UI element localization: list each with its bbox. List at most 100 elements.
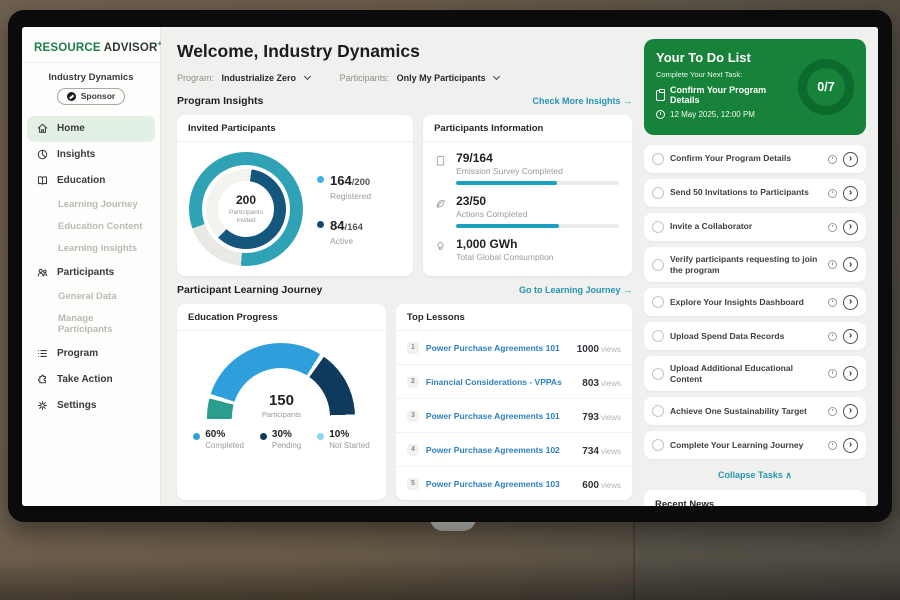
sidebar-item-label: Education (57, 175, 105, 186)
lesson-link[interactable]: Power Purchase Agreements 103 (426, 479, 575, 489)
task-row[interactable]: Send 50 Invitations to Participants › (644, 179, 866, 207)
leaf-icon (434, 194, 448, 228)
participants-filter-value: Only My Participants (397, 73, 486, 83)
filter-bar: Program: Industrialize Zero Participants… (177, 73, 632, 83)
task-checkbox[interactable] (652, 153, 664, 165)
sidebar-item-education[interactable]: Education (22, 168, 160, 194)
lesson-link[interactable]: Power Purchase Agreements 102 (426, 445, 575, 455)
education-gauge-chart: 150 Participants (207, 343, 355, 419)
task-checkbox[interactable] (652, 296, 664, 308)
legend-dot (317, 221, 324, 228)
chevron-right-button[interactable]: › (843, 295, 858, 310)
card-title: Education Progress (177, 304, 386, 331)
brand-logo[interactable]: RESOURCE ADVISOR+ (22, 37, 160, 63)
lesson-link[interactable]: Financial Considerations - VPPAs (426, 377, 575, 387)
sponsor-badge[interactable]: Sponsor (57, 88, 125, 105)
chevron-right-button[interactable]: › (843, 329, 858, 344)
task-checkbox[interactable] (652, 259, 664, 271)
gauge-center: 150 Participants (207, 392, 355, 419)
sidebar-item-take-action[interactable]: Take Action (22, 367, 160, 393)
task-row[interactable]: Explore Your Insights Dashboard › (644, 288, 866, 316)
sidebar-item-label: General Data (58, 291, 117, 302)
participants-filter-label: Participants: (340, 73, 390, 83)
lesson-rank: 1 (407, 342, 419, 354)
todo-next-task: Confirm Your Program Details (670, 85, 790, 105)
program-filter-value: Industrialize Zero (222, 73, 297, 83)
progress-fill-0 (456, 181, 557, 185)
clock-icon (828, 260, 837, 269)
legend-not-started: 10%Not Started (317, 429, 369, 450)
lesson-link[interactable]: Power Purchase Agreements 101 (426, 411, 575, 421)
participants-filter[interactable]: Participants: Only My Participants (340, 73, 500, 83)
task-checkbox[interactable] (652, 187, 664, 199)
todo-progress-ring: 0/7 (798, 59, 854, 115)
list-icon (36, 347, 49, 360)
home-icon (36, 122, 49, 135)
sidebar-item-education-content[interactable]: Education Content (22, 216, 160, 238)
chevron-right-button[interactable]: › (843, 257, 858, 272)
sidebar-item-label: Participants (57, 267, 114, 278)
lesson-row: 3 Power Purchase Agreements 101 793views (396, 399, 632, 433)
program-filter[interactable]: Program: Industrialize Zero (177, 73, 310, 83)
check-more-insights-link[interactable]: Check More Insights → (532, 96, 632, 106)
task-checkbox[interactable] (652, 405, 664, 417)
chevron-right-button[interactable]: › (843, 438, 858, 453)
clock-icon (656, 110, 665, 119)
monitor-bezel: RESOURCE ADVISOR+ Industry Dynamics Spon… (8, 10, 892, 522)
task-row[interactable]: Upload Additional Educational Content › (644, 356, 866, 391)
sidebar-item-insights[interactable]: Insights (22, 142, 160, 168)
task-checkbox[interactable] (652, 368, 664, 380)
sidebar-item-label: Program (57, 348, 98, 359)
book-icon (36, 174, 49, 187)
education-progress-card: Education Progress 150 Participants (177, 304, 386, 500)
task-row[interactable]: Achieve One Sustainability Target › (644, 397, 866, 425)
todo-subtitle: Complete Your Next Task: (656, 70, 790, 79)
gear-icon (36, 399, 49, 412)
task-row[interactable]: Complete Your Learning Journey › (644, 431, 866, 459)
sidebar-item-learning-insights[interactable]: Learning Insights (22, 238, 160, 260)
clock-icon (828, 223, 837, 232)
task-checkbox[interactable] (652, 439, 664, 451)
task-checkbox[interactable] (652, 330, 664, 342)
legend-dot (317, 433, 324, 440)
clock-icon (828, 298, 837, 307)
sidebar-item-learning-journey[interactable]: Learning Journey (22, 194, 160, 216)
progress-track (456, 181, 619, 185)
sidebar-item-home[interactable]: Home (27, 116, 155, 142)
sidebar-item-general-data[interactable]: General Data (22, 286, 160, 308)
gauge-legend: 60%Completed 30%Pending 10%Not Started (193, 429, 370, 450)
legend-dot (260, 433, 267, 440)
clock-icon (828, 189, 837, 198)
sidebar-item-settings[interactable]: Settings (22, 393, 160, 419)
lesson-rank: 2 (407, 376, 419, 388)
chevron-right-button[interactable]: › (843, 220, 858, 235)
chevron-right-button[interactable]: › (843, 366, 858, 381)
task-row[interactable]: Upload Spend Data Records › (644, 322, 866, 350)
chevron-right-button[interactable]: › (843, 186, 858, 201)
pie-chart-icon (36, 148, 49, 161)
lesson-link[interactable]: Power Purchase Agreements 101 (426, 343, 570, 353)
task-checkbox[interactable] (652, 221, 664, 233)
sidebar-item-participants[interactable]: Participants (22, 260, 160, 286)
sidebar-item-label: Manage Participants (58, 313, 146, 335)
collapse-tasks-link[interactable]: Collapse Tasks ∧ (644, 470, 866, 481)
donut-center-value: 200 (236, 193, 256, 207)
sidebar-item-label: Education Content (58, 221, 142, 232)
task-row[interactable]: Confirm Your Program Details › (644, 145, 866, 173)
chevron-up-icon: ∧ (785, 470, 792, 480)
participants-information-card: Participants Information 79/164 Emission… (423, 115, 632, 276)
sidebar-item-label: Learning Journey (58, 199, 138, 210)
go-to-learning-journey-link[interactable]: Go to Learning Journey → (519, 285, 632, 295)
donut-center: 200 Participants Invited (218, 181, 274, 237)
chevron-right-button[interactable]: › (843, 404, 858, 419)
task-row[interactable]: Verify participants requesting to join t… (644, 247, 866, 282)
sidebar-item-manage-participants[interactable]: Manage Participants (22, 308, 160, 341)
donut-legend: 164/200 Registered 84/164 Active (317, 172, 371, 246)
bulb-icon (434, 237, 448, 262)
sidebar-item-label: Home (57, 123, 85, 134)
legend-pending: 30%Pending (260, 429, 301, 450)
chevron-right-button[interactable]: › (843, 152, 858, 167)
page-title: Welcome, Industry Dynamics (177, 41, 632, 62)
sidebar-item-program[interactable]: Program (22, 341, 160, 367)
task-row[interactable]: Invite a Collaborator › (644, 213, 866, 241)
